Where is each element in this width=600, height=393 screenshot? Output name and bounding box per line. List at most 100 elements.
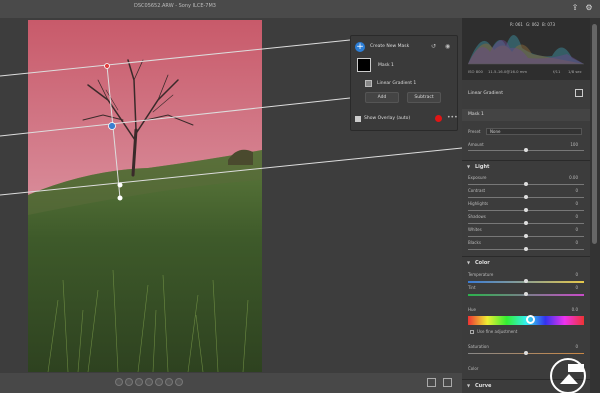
exposure-label: Exposure (468, 175, 487, 180)
temperature-label: Temperature (468, 272, 494, 277)
light-title: Light (475, 164, 490, 170)
compare-view-icon[interactable] (443, 378, 452, 387)
dot[interactable] (125, 378, 133, 386)
overlay-label: Show Overlay (auto) (364, 116, 411, 121)
readout-r: R: 061 (510, 22, 523, 27)
eye-icon[interactable]: ◉ (445, 43, 450, 50)
shadows-slider[interactable] (468, 221, 584, 225)
color-title: Color (475, 260, 490, 266)
saturation-label: Saturation (468, 344, 489, 349)
amount-slider[interactable] (468, 148, 584, 152)
highlights-slider[interactable] (468, 208, 584, 212)
light-section-header[interactable]: ▼ Light (462, 160, 590, 172)
share-icon[interactable]: ⇪ (570, 3, 580, 13)
slider-knob[interactable] (524, 195, 528, 199)
readout-b: B: 073 (542, 22, 555, 27)
whites-label: Whites (468, 227, 482, 232)
slider-knob[interactable] (524, 279, 528, 283)
chevron-right-icon: ▼ (467, 383, 471, 388)
preset-select[interactable]: None (486, 128, 582, 135)
aperture: f/11 (553, 69, 561, 74)
contrast-value[interactable]: 0 (558, 188, 578, 193)
highlights-label: Highlights (468, 201, 489, 206)
tint-slider[interactable] (468, 292, 584, 296)
amount-value[interactable]: 100 (558, 142, 578, 147)
tint-value[interactable]: 0 (558, 285, 578, 290)
shadows-value[interactable]: 0 (558, 214, 578, 219)
exposure-slider[interactable] (468, 182, 584, 186)
gradient-name[interactable]: Linear Gradient 1 (377, 81, 416, 86)
chevron-down-icon: ▼ (467, 260, 471, 265)
scrollbar[interactable] (590, 18, 600, 393)
bottom-bar (0, 373, 462, 393)
slider-knob[interactable] (524, 351, 528, 355)
image-canvas[interactable]: + Create New Mask ↺ ◉ Mask 1 Linear Grad… (0, 18, 462, 376)
color-section-header[interactable]: ▼ Color (462, 256, 590, 268)
window-title: DSC05652.ARW - Sony ILCE-7M3 (134, 3, 216, 9)
dot[interactable] (145, 378, 153, 386)
whites-value[interactable]: 0 (558, 227, 578, 232)
filmstrip-dots[interactable] (115, 378, 183, 386)
slider-knob[interactable] (524, 208, 528, 212)
dot[interactable] (135, 378, 143, 386)
add-button[interactable]: Add (365, 92, 399, 103)
blacks-slider[interactable] (468, 247, 584, 251)
shutter: 1/8 sec (568, 69, 582, 74)
dot[interactable] (155, 378, 163, 386)
slider-knob[interactable] (524, 221, 528, 225)
scrollbar-thumb[interactable] (592, 24, 597, 244)
fine-adjustment-checkbox[interactable] (470, 330, 474, 334)
temperature-value[interactable]: 0 (558, 272, 578, 277)
edit-panel: R: 061 G: 062 B: 073 ISO 800 11.5-16.0@1… (462, 18, 590, 393)
mountain-icon (560, 374, 578, 384)
blacks-value[interactable]: 0 (558, 240, 578, 245)
create-mask-button[interactable]: + (355, 42, 365, 52)
slider-knob[interactable] (524, 234, 528, 238)
amount-label: Amount (468, 142, 484, 147)
hue-value[interactable]: 0.0 (558, 307, 578, 312)
mask-thumbnail[interactable] (357, 58, 371, 72)
hue-knob[interactable] (526, 315, 535, 324)
whites-slider[interactable] (468, 234, 584, 238)
slider-knob[interactable] (524, 182, 528, 186)
slider-knob[interactable] (524, 292, 528, 296)
overlay-color-swatch[interactable] (435, 115, 442, 122)
tint-label: Tint (468, 285, 476, 290)
masks-panel: + Create New Mask ↺ ◉ Mask 1 Linear Grad… (350, 35, 458, 131)
readout-g: G: 062 (526, 22, 540, 27)
exposure-value[interactable]: 0.00 (558, 175, 578, 180)
highlights-value[interactable]: 0 (558, 201, 578, 206)
more-options-icon[interactable]: ••• (447, 114, 458, 121)
chevron-down-icon: ▼ (467, 164, 471, 169)
slider-knob[interactable] (524, 148, 528, 152)
hue-slider[interactable] (468, 315, 584, 325)
dot[interactable] (165, 378, 173, 386)
undo-icon[interactable]: ↺ (431, 43, 436, 50)
gradient-tool-icon[interactable] (575, 89, 583, 97)
landscape-photo (28, 20, 262, 372)
app-window: DSC05652.ARW - Sony ILCE-7M3 ⇪ ⚙ + Creat… (0, 0, 600, 393)
contrast-slider[interactable] (468, 195, 584, 199)
color-label: Color (468, 366, 479, 371)
fine-adjustment-label: Use fine adjustment (477, 329, 518, 334)
mask-name[interactable]: Mask 1 (378, 63, 394, 68)
dot[interactable] (115, 378, 123, 386)
subtract-button[interactable]: Subtract (407, 92, 441, 103)
fit-view-icon[interactable] (427, 378, 436, 387)
subtract-label: Subtract (414, 95, 434, 100)
gear-icon[interactable]: ⚙ (584, 3, 594, 13)
preset-label: Preset (468, 129, 481, 134)
blacks-label: Blacks (468, 240, 481, 245)
temperature-slider[interactable] (468, 279, 584, 283)
overlay-checkbox[interactable] (355, 116, 361, 122)
saturation-slider[interactable] (468, 351, 584, 355)
top-bar: DSC05652.ARW - Sony ILCE-7M3 ⇪ ⚙ (0, 0, 600, 18)
dot[interactable] (175, 378, 183, 386)
saturation-value[interactable]: 0 (558, 344, 578, 349)
iso: ISO 800 (468, 69, 483, 74)
curve-title: Curve (475, 383, 492, 389)
hue-label: Hue (468, 307, 477, 312)
slider-knob[interactable] (524, 247, 528, 251)
mask-row[interactable]: Mask 1 (462, 109, 590, 121)
tool-title: Linear Gradient (468, 91, 504, 96)
